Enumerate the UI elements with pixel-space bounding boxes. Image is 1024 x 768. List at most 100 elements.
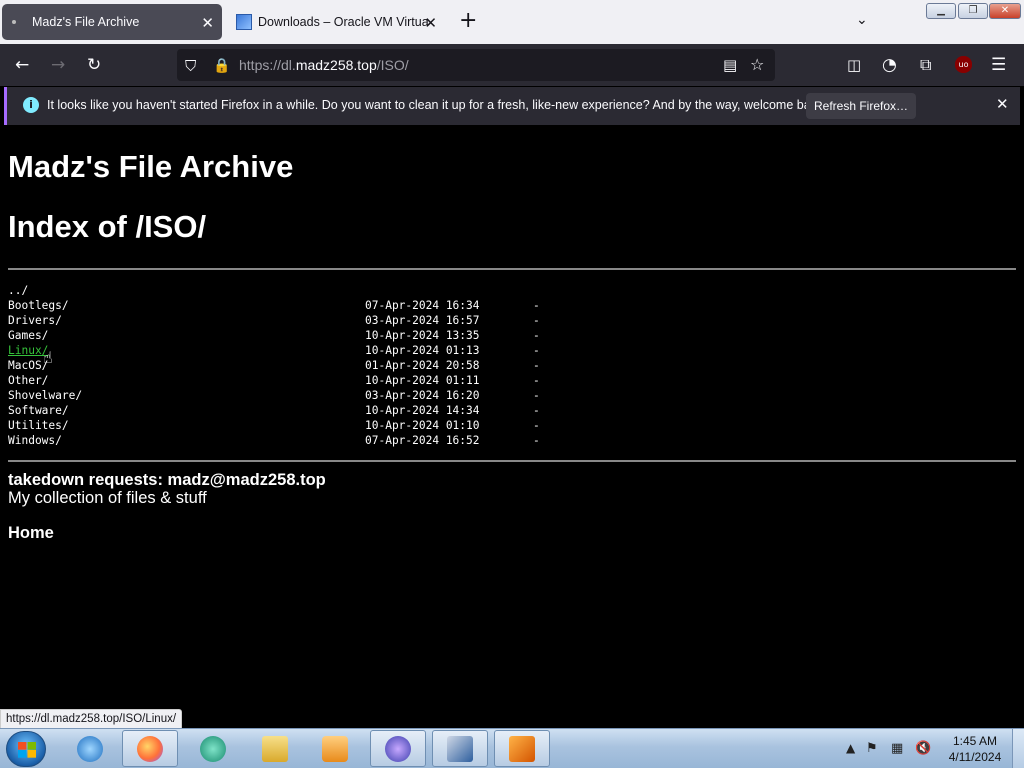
modified-date: 03-Apr-2024 16:20 — [365, 389, 480, 402]
reader-view-icon[interactable]: ▤ — [723, 55, 737, 75]
new-tab-plus-icon[interactable]: + — [459, 10, 477, 32]
window-close-button[interactable]: ✕ — [989, 3, 1021, 19]
folder-link[interactable]: Software/ — [8, 403, 69, 418]
file-size: - — [533, 329, 540, 342]
file-size: - — [533, 434, 540, 447]
tab-virtualbox-downloads[interactable]: Downloads – Oracle VM VirtualBox ✕ — [230, 4, 445, 40]
tab-close-icon[interactable]: ✕ — [201, 14, 214, 32]
virtualbox-icon — [447, 735, 473, 762]
modified-date: 07-Apr-2024 16:52 — [365, 434, 480, 447]
show-hidden-icons-chevron-icon[interactable]: ▲ — [846, 741, 855, 755]
window-restore-button[interactable]: ❐ — [958, 3, 988, 19]
modified-date: 10-Apr-2024 01:13 — [365, 344, 480, 357]
windows-logo-icon — [18, 742, 36, 758]
modified-date: 10-Apr-2024 01:10 — [365, 419, 480, 432]
taskbar-firefox[interactable] — [122, 730, 178, 767]
clock-time: 1:45 AM — [952, 734, 998, 748]
taskbar-media-player[interactable] — [307, 730, 363, 767]
sync-account-icon[interactable]: ◔ — [882, 55, 897, 75]
extensions-puzzle-icon[interactable]: ⧉ — [920, 55, 931, 75]
folder-link[interactable]: Windows/ — [8, 433, 62, 448]
notification-text: It looks like you haven't started Firefo… — [47, 98, 827, 112]
refresh-firefox-notification: i It looks like you haven't started Fire… — [4, 87, 1020, 125]
tab-title: Downloads – Oracle VM VirtualBox — [258, 15, 428, 29]
link-status-url: https://dl.madz258.top/ISO/Linux/ — [0, 709, 183, 729]
list-all-tabs-chevron-icon[interactable]: ⌄ — [856, 12, 868, 28]
index-heading: Index of /ISO/ — [8, 209, 207, 244]
tab-close-icon[interactable]: ✕ — [424, 14, 437, 32]
page-content: Madz's File Archive Index of /ISO/ ../ B… — [0, 127, 1024, 727]
media-player-icon — [322, 735, 348, 762]
reload-icon[interactable]: ↻ — [87, 55, 101, 75]
volume-muted-icon[interactable]: 🔇 — [915, 741, 931, 756]
infinity-app-icon — [385, 735, 411, 762]
modified-date: 07-Apr-2024 16:34 — [365, 299, 480, 312]
ublock-origin-icon[interactable]: uo — [955, 56, 972, 73]
collection-description: My collection of files & stuff — [8, 489, 207, 507]
folder-icon — [262, 735, 288, 762]
file-size: - — [533, 419, 540, 432]
site-title: Madz's File Archive — [8, 149, 294, 184]
firefox-icon — [137, 735, 163, 762]
windows-taskbar: ▲ ⚑ ▦ 🔇 1:45 AM 4/11/2024 — [0, 728, 1024, 768]
tab-loading-dot-icon — [12, 20, 16, 24]
navigation-toolbar: ← → ↻ ⛉ 🔒 https://dl.madz258.top/ISO/ ▤ … — [0, 44, 1024, 86]
file-size: - — [533, 404, 540, 417]
tracking-shield-icon[interactable]: ⛉ — [185, 56, 196, 76]
url-text[interactable]: https://dl.madz258.top/ISO/ — [239, 57, 409, 73]
parent-directory-link[interactable]: ../ — [8, 283, 28, 298]
divider — [8, 268, 1016, 270]
folder-link[interactable]: Games/ — [8, 328, 48, 343]
folder-link[interactable]: Utilites/ — [8, 418, 69, 433]
virtualbox-favicon-icon — [236, 14, 252, 30]
url-bar[interactable]: ⛉ 🔒 https://dl.madz258.top/ISO/ ▤ ☆ — [177, 49, 775, 81]
internet-explorer-icon — [77, 735, 103, 762]
window-minimize-button[interactable]: ▁ — [926, 3, 956, 19]
clock-date: 4/11/2024 — [948, 750, 1002, 764]
file-size: - — [533, 359, 540, 372]
taskbar-file-explorer[interactable] — [247, 730, 303, 767]
refresh-firefox-button[interactable]: Refresh Firefox… — [806, 93, 916, 119]
file-size: - — [533, 374, 540, 387]
hand-pointer-cursor-icon: ☝ — [43, 348, 53, 367]
start-button[interactable] — [6, 731, 46, 767]
tab-madz-file-archive[interactable]: Madz's File Archive ✕ — [2, 4, 222, 40]
takedown-requests-text: takedown requests: madz@madz258.top — [8, 471, 326, 489]
orange-app-icon — [509, 735, 535, 762]
file-size: - — [533, 299, 540, 312]
tab-title: Madz's File Archive — [32, 15, 140, 29]
folder-link[interactable]: Drivers/ — [8, 313, 62, 328]
taskbar-app-6[interactable] — [370, 730, 426, 767]
modified-date: 03-Apr-2024 16:57 — [365, 314, 480, 327]
action-center-flag-icon[interactable]: ⚑ — [866, 741, 878, 756]
folder-link[interactable]: Shovelware/ — [8, 388, 82, 403]
folder-link[interactable]: Bootlegs/ — [8, 298, 69, 313]
divider — [8, 460, 1016, 462]
menu-hamburger-icon[interactable]: ☰ — [991, 55, 1006, 75]
modified-date: 10-Apr-2024 14:34 — [365, 404, 480, 417]
lock-icon[interactable]: 🔒 — [213, 56, 230, 76]
network-icon[interactable]: ▦ — [891, 741, 903, 756]
show-desktop-button[interactable] — [1012, 729, 1024, 768]
taskbar-app-3[interactable] — [185, 730, 241, 767]
file-size: - — [533, 344, 540, 357]
info-icon: i — [23, 97, 39, 113]
taskbar-app-8[interactable] — [494, 730, 550, 767]
taskbar-internet-explorer[interactable] — [62, 730, 118, 767]
forward-arrow-icon[interactable]: → — [51, 55, 65, 75]
notification-close-icon[interactable]: ✕ — [996, 95, 1009, 113]
taskbar-virtualbox[interactable] — [432, 730, 488, 767]
back-arrow-icon[interactable]: ← — [15, 55, 29, 75]
folder-link[interactable]: Other/ — [8, 373, 48, 388]
system-clock[interactable]: 1:45 AM 4/11/2024 — [940, 733, 1010, 765]
green-bubble-app-icon — [200, 735, 226, 762]
file-size: - — [533, 389, 540, 402]
tab-strip: Madz's File Archive ✕ Downloads – Oracle… — [0, 0, 1024, 44]
modified-date: 01-Apr-2024 20:58 — [365, 359, 480, 372]
modified-date: 10-Apr-2024 13:35 — [365, 329, 480, 342]
file-size: - — [533, 314, 540, 327]
modified-date: 10-Apr-2024 01:11 — [365, 374, 480, 387]
pocket-icon[interactable]: ◫ — [847, 55, 861, 75]
bookmark-star-icon[interactable]: ☆ — [750, 55, 764, 75]
home-link[interactable]: Home — [8, 524, 54, 543]
